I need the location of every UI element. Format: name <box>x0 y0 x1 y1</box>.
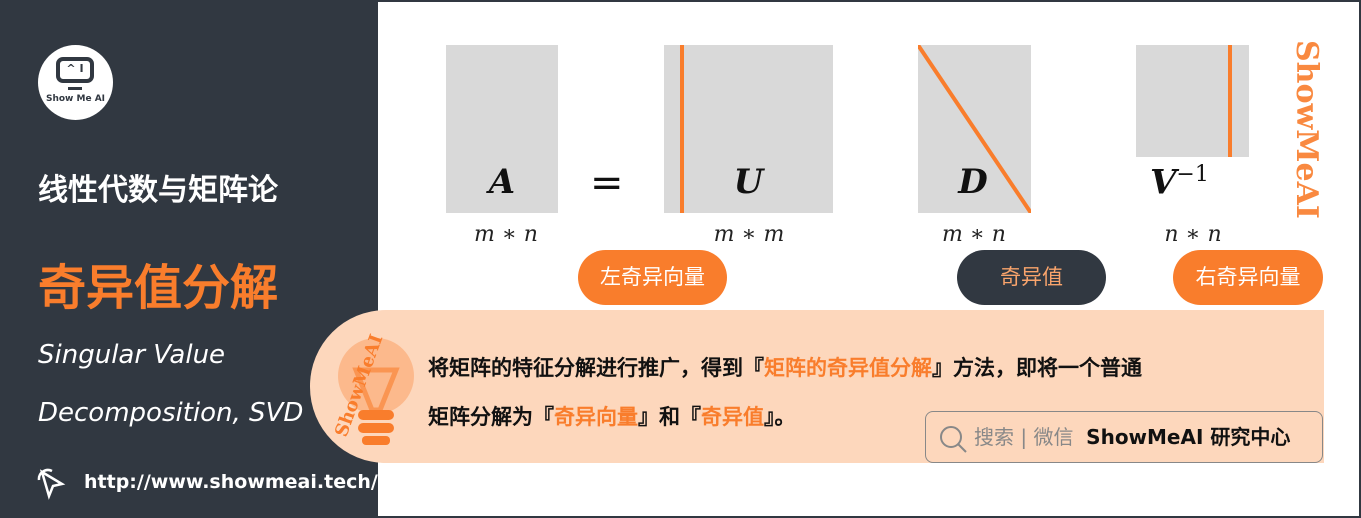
lightbulb-icon: ShowMeAI <box>331 332 414 445</box>
matrix-d-label: D <box>958 162 988 202</box>
singular-value-label: 奇异值 <box>957 250 1106 305</box>
logo-text: Show Me AI <box>45 94 106 104</box>
matrix-v-label: V−1 <box>1150 162 1209 203</box>
vertical-watermark: ShowMeAI <box>1289 40 1324 219</box>
left-singular-vector-label: 左奇异向量 <box>578 250 727 305</box>
wechat-search-box[interactable]: 搜索 | 微信 ShowMeAI 研究中心 <box>925 411 1323 463</box>
english-title-1: Singular Value <box>38 340 226 370</box>
english-title-2: Decomposition, SVD <box>38 398 304 428</box>
subtitle: 线性代数与矩阵论 <box>38 173 278 208</box>
matrix-u-dim: m ∗ m <box>713 222 785 247</box>
equals-sign: = <box>590 160 624 206</box>
search-icon <box>940 426 967 453</box>
search-brand: ShowMeAI 研究中心 <box>1086 425 1291 449</box>
note-line-1: 将矩阵的特征分解进行推广，得到『矩阵的奇异值分解』方法，即将一个普通 <box>428 356 1142 380</box>
note-line-2: 矩阵分解为『奇异向量』和『奇异值』。 <box>428 405 796 429</box>
showmeai-logo: ^ I Show Me AI <box>38 45 113 120</box>
matrix-v <box>1136 45 1249 157</box>
website-link[interactable]: http://www.showmeai.tech/ <box>84 471 378 493</box>
matrix-v-dim: n ∗ n <box>1164 222 1222 247</box>
matrix-u-label: U <box>733 162 764 202</box>
v-row-line <box>1228 45 1232 157</box>
cursor-click-icon <box>37 468 66 500</box>
matrix-a-dim: m ∗ n <box>474 222 538 247</box>
page-title: 奇异值分解 <box>38 260 279 316</box>
logo-face: ^ I <box>56 57 94 83</box>
matrix-d-dim: m ∗ n <box>942 222 1006 247</box>
matrix-a-label: A <box>488 162 516 202</box>
search-label: 搜索 | 微信 <box>974 425 1074 449</box>
